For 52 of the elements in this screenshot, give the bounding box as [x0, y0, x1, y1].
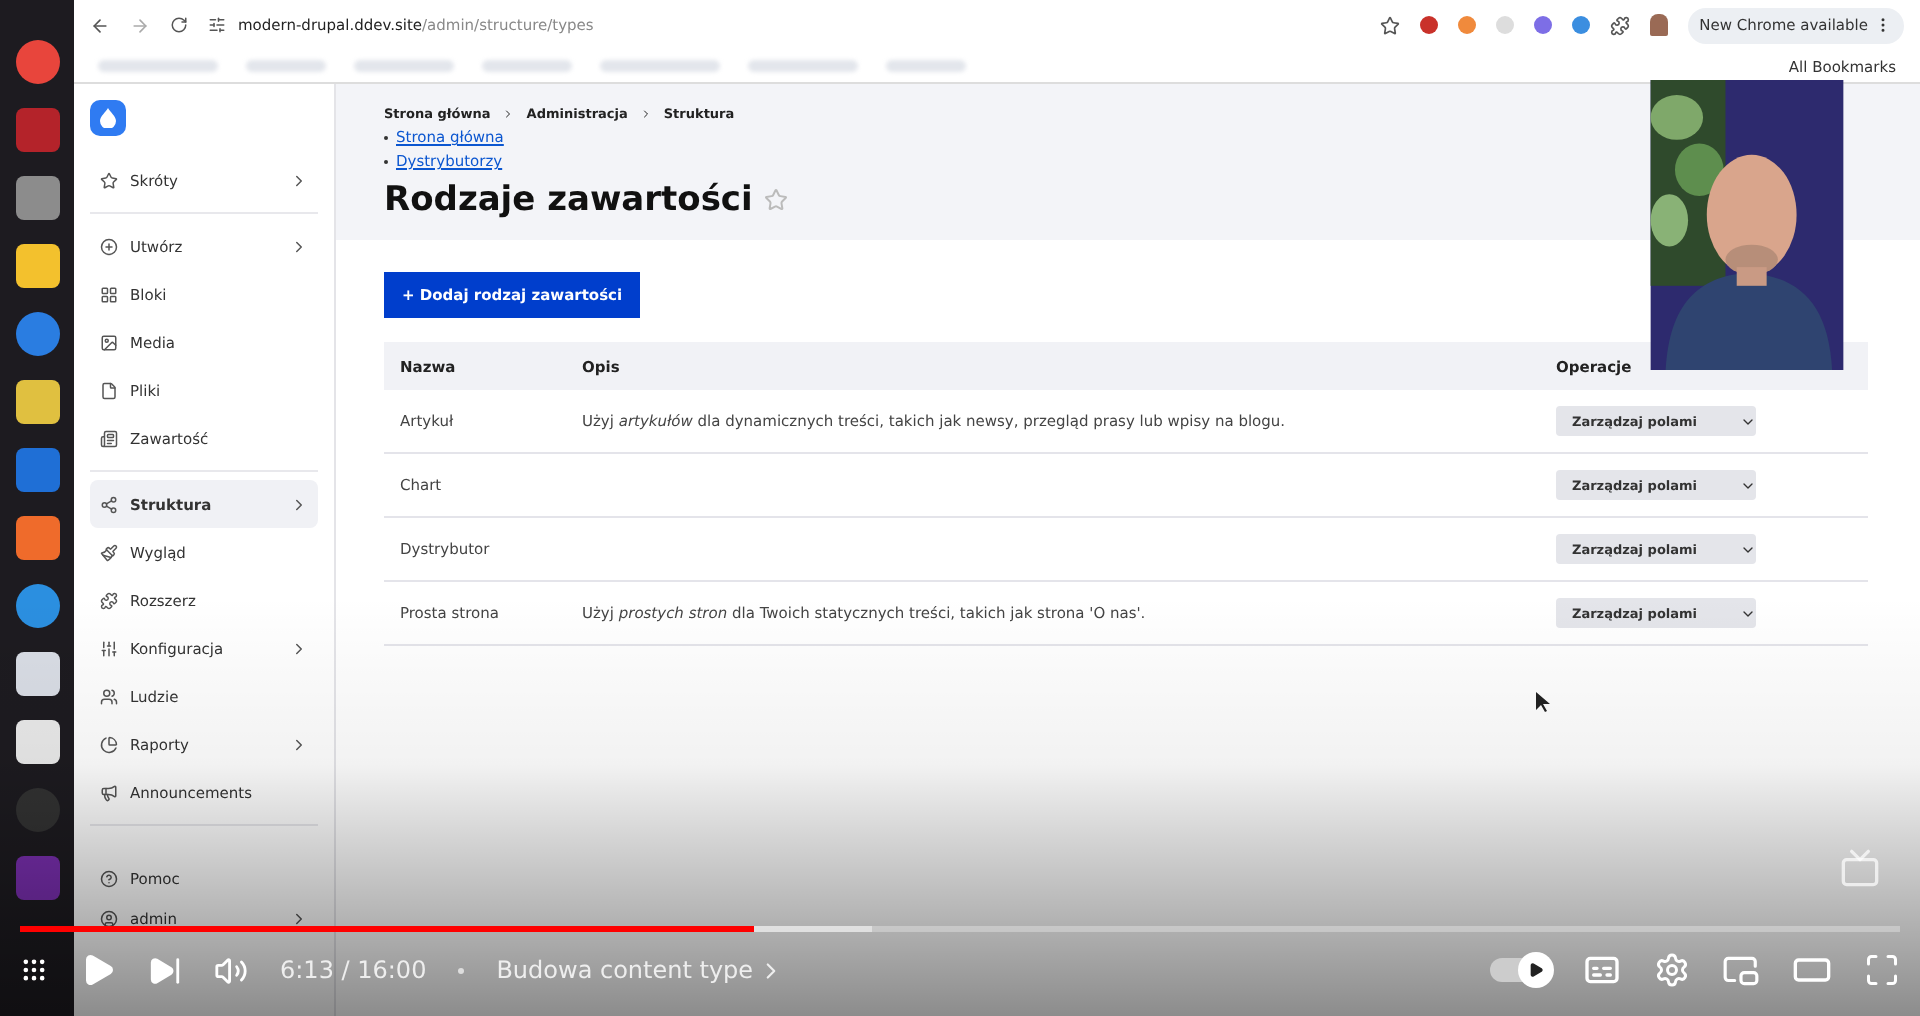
brush-icon	[100, 543, 118, 561]
bookmark-placeholder	[246, 60, 326, 72]
drop-logo-icon	[90, 100, 126, 136]
list-icon	[100, 429, 118, 447]
bookmark-placeholder	[600, 60, 720, 72]
next-icon[interactable]	[148, 953, 182, 987]
separator-dot-icon	[458, 967, 465, 973]
star-icon	[100, 171, 118, 189]
app-icon[interactable]	[15, 720, 59, 764]
help-icon	[100, 869, 118, 887]
app-icon[interactable]	[15, 380, 59, 424]
bookmark-placeholder	[748, 60, 858, 72]
bookmark-placeholder	[886, 60, 966, 72]
bookmark-placeholder	[482, 60, 572, 72]
apps-grid-icon[interactable]	[20, 956, 48, 984]
fullscreen-icon[interactable]	[1864, 952, 1900, 988]
file-icon	[100, 381, 118, 399]
hierarchy-icon	[100, 495, 118, 513]
back-icon[interactable]	[90, 15, 110, 35]
play-icon[interactable]	[80, 952, 116, 988]
breadcrumb-separator-icon	[502, 108, 515, 120]
autoplay-toggle[interactable]	[1490, 958, 1550, 982]
puzzle-icon	[100, 591, 118, 609]
grid-icon	[100, 285, 118, 303]
forward-icon[interactable]	[130, 15, 150, 35]
bookmark-placeholder	[354, 60, 454, 72]
cursor-icon	[1536, 692, 1550, 712]
bookmark-star-icon[interactable]	[1379, 15, 1400, 35]
app-icon[interactable]	[15, 244, 59, 288]
play-icon	[1528, 962, 1544, 978]
progress-bar[interactable]	[20, 926, 1900, 932]
app-icon[interactable]	[15, 516, 59, 560]
image-icon	[100, 333, 118, 351]
volume-icon[interactable]	[214, 953, 248, 987]
user-icon	[100, 909, 118, 927]
breadcrumb-separator-icon	[639, 108, 652, 120]
plus-circle-icon	[100, 237, 118, 255]
bookmark-placeholder	[98, 60, 218, 72]
extensions-icon[interactable]	[1609, 15, 1630, 35]
favorite-star-icon[interactable]	[764, 188, 789, 212]
settings-icon[interactable]	[1654, 952, 1690, 988]
miniplayer-icon[interactable]	[1722, 951, 1760, 989]
app-icon[interactable]	[15, 652, 59, 696]
site-settings-icon[interactable]	[208, 16, 226, 34]
reload-icon[interactable]	[170, 16, 188, 34]
time-display: 6:13 / 16:00	[280, 956, 427, 984]
page-title: Rodzaje zawartości	[384, 180, 753, 220]
pie-chart-icon	[100, 735, 118, 753]
megaphone-icon	[100, 783, 118, 801]
sliders-icon	[100, 639, 118, 657]
profile-avatar[interactable]	[1649, 14, 1668, 36]
people-icon	[100, 687, 118, 705]
